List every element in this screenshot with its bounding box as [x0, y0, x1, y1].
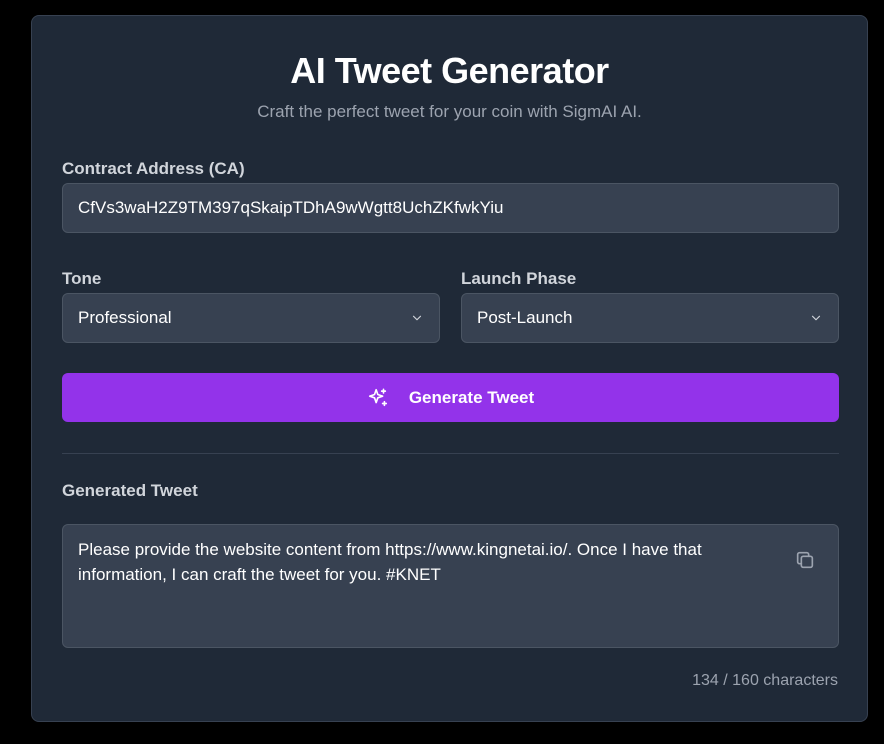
section-divider: [62, 453, 839, 454]
tone-select[interactable]: Professional: [62, 293, 440, 343]
chevron-down-icon: [809, 311, 823, 325]
page-title: AI Tweet Generator: [290, 50, 609, 91]
generate-tweet-button[interactable]: Generate Tweet: [62, 373, 839, 422]
chevron-down-icon: [410, 311, 424, 325]
contract-address-value: CfVs3waH2Z9TM397qSkaipTDhA9wWgtt8UchZKfw…: [78, 198, 504, 217]
page-subtitle: Craft the perfect tweet for your coin wi…: [257, 102, 642, 121]
contract-address-label: Contract Address (CA): [62, 159, 245, 178]
tweet-generator-card: AI Tweet Generator Craft the perfect twe…: [31, 15, 868, 722]
launch-phase-label: Launch Phase: [461, 269, 577, 288]
launch-phase-selected-value: Post-Launch: [477, 308, 573, 327]
copy-icon[interactable]: [794, 549, 816, 571]
tone-selected-value: Professional: [78, 308, 172, 327]
contract-address-input[interactable]: CfVs3waH2Z9TM397qSkaipTDhA9wWgtt8UchZKfw…: [62, 183, 839, 233]
character-count: 134 / 160 characters: [692, 672, 838, 689]
generate-tweet-label: Generate Tweet: [408, 387, 535, 407]
generated-tweet-box[interactable]: Please provide the website content from …: [62, 524, 839, 648]
launch-phase-select[interactable]: Post-Launch: [461, 293, 839, 343]
sparkles-icon: [367, 387, 389, 409]
generated-tweet-label: Generated Tweet: [62, 481, 198, 500]
tone-label: Tone: [62, 269, 102, 288]
generated-tweet-text: Please provide the website content from …: [78, 540, 702, 584]
